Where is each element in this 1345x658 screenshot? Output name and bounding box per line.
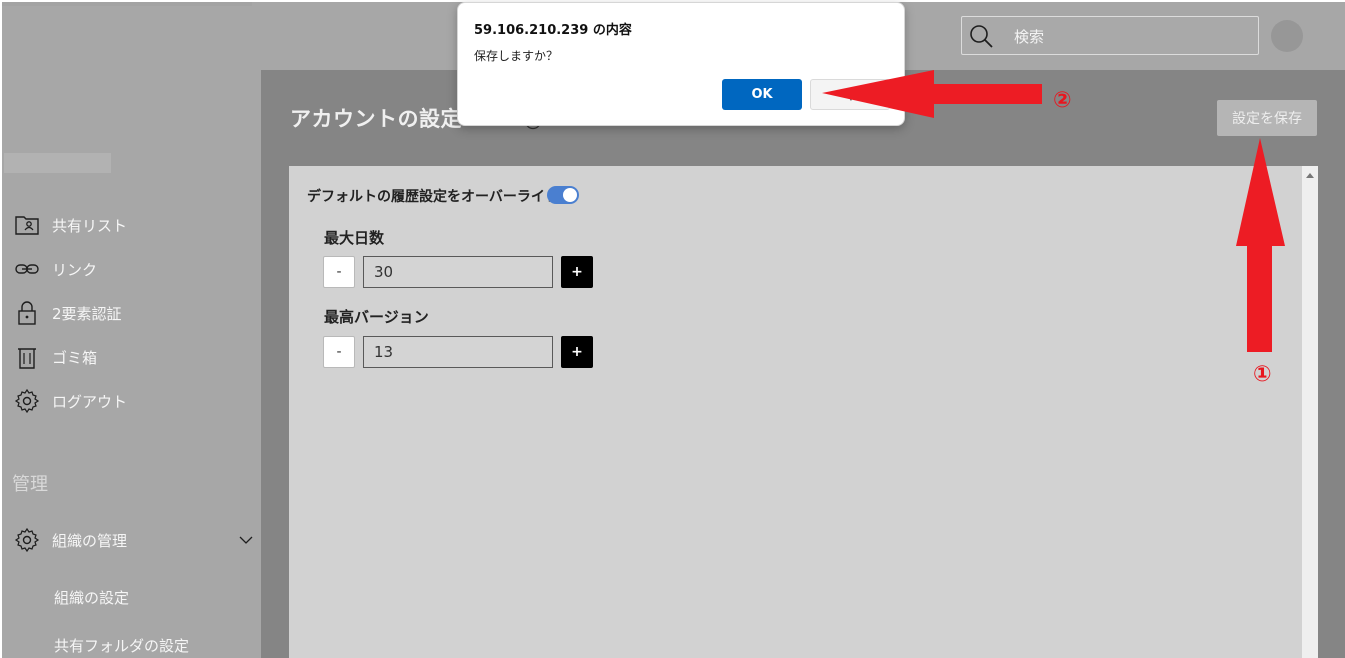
sidebar-item-org-management[interactable]: 組織の管理: [14, 525, 127, 555]
max-days-decrement-button[interactable]: -: [323, 256, 355, 288]
max-versions-label: 最高バージョン: [324, 308, 429, 326]
annotation-label-1: ①: [1253, 362, 1272, 387]
gear-icon: [14, 388, 40, 414]
max-days-label: 最大日数: [324, 229, 385, 247]
gear-icon: [14, 527, 40, 553]
max-versions-input[interactable]: [363, 336, 553, 368]
user-name-placeholder: [4, 153, 111, 173]
dialog-title: 59.106.210.239 の内容: [474, 23, 632, 38]
settings-panel: [289, 166, 1302, 658]
sidebar-subitem-shared-folder-settings[interactable]: 共有フォルダの設定: [54, 635, 189, 656]
page-title: アカウントの設定: [290, 107, 462, 131]
override-toggle[interactable]: [547, 186, 579, 204]
toggle-knob: [563, 188, 577, 202]
trash-icon: [18, 348, 36, 369]
scrollbar[interactable]: [1302, 166, 1318, 658]
sidebar-item-label: 2要素認証: [52, 304, 122, 323]
save-settings-button[interactable]: 設定を保存: [1217, 100, 1317, 136]
max-versions-decrement-button[interactable]: -: [323, 336, 355, 368]
top-strip: [2, 2, 252, 6]
shared-list-icon: [15, 216, 39, 235]
search-input[interactable]: 検索: [961, 16, 1259, 55]
search-placeholder: 検索: [1014, 28, 1045, 46]
sidebar-item-logout[interactable]: ログアウト: [14, 386, 127, 416]
app-window: 検索 共有リスト リンク 2要素認証 ゴミ箱 ログアウト 管理 組織の管理 組織…: [0, 0, 1345, 658]
override-label: デフォルトの履歴設定をオーバーライド: [307, 189, 559, 205]
chevron-down-icon[interactable]: [238, 532, 254, 548]
confirm-dialog: 59.106.210.239 の内容 保存しますか？ OK キ: [457, 2, 905, 126]
link-icon: [15, 264, 39, 274]
sidebar-subitem-org-settings[interactable]: 組織の設定: [54, 587, 129, 608]
sidebar-item-2fa[interactable]: 2要素認証: [14, 298, 122, 328]
sidebar-item-label: ログアウト: [52, 392, 128, 411]
sidebar-item-link[interactable]: リンク: [14, 254, 97, 284]
cancel-button[interactable]: キ: [810, 79, 890, 110]
search-icon: [970, 25, 993, 48]
ok-button[interactable]: OK: [722, 79, 802, 110]
lock-icon: [18, 301, 36, 325]
sidebar-item-label: ゴミ箱: [52, 348, 98, 367]
avatar[interactable]: [1271, 20, 1303, 52]
sidebar-item-trash[interactable]: ゴミ箱: [14, 342, 97, 372]
sidebar-section-admin: 管理: [12, 474, 48, 495]
dialog-message: 保存しますか？: [474, 49, 559, 63]
sidebar-item-shared-list[interactable]: 共有リスト: [14, 210, 127, 240]
sidebar-item-label: リンク: [52, 260, 98, 279]
sidebar-item-label: 共有リスト: [52, 216, 128, 235]
scroll-up-arrow-icon[interactable]: [1306, 173, 1314, 178]
annotation-label-2: ②: [1053, 88, 1072, 113]
sidebar-item-label: 組織の管理: [52, 531, 128, 550]
max-days-input[interactable]: [363, 256, 553, 288]
max-days-increment-button[interactable]: +: [561, 256, 593, 288]
max-versions-increment-button[interactable]: +: [561, 336, 593, 368]
